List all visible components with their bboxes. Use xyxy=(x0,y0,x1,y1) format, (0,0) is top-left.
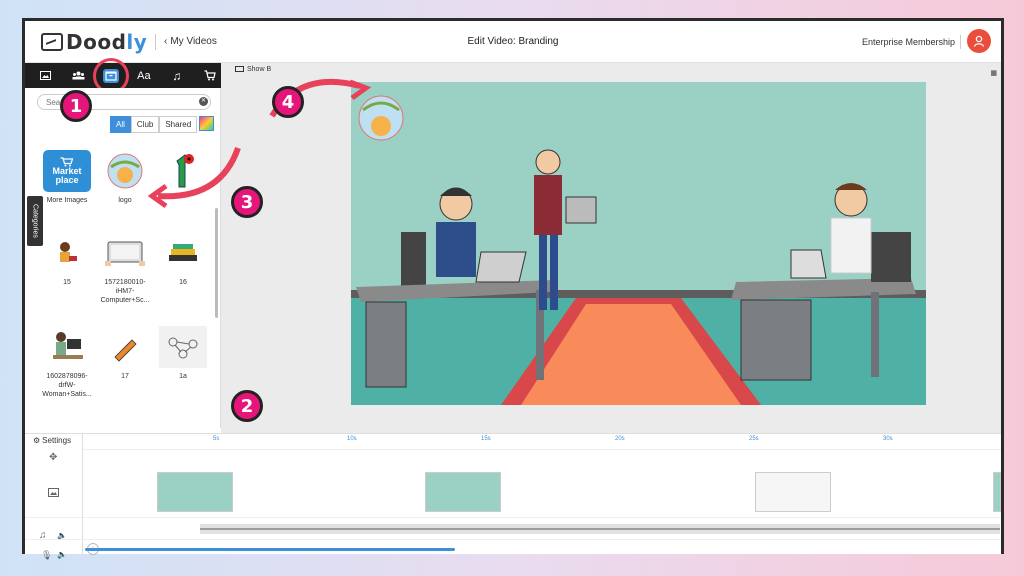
volume-icon[interactable]: 🔈 xyxy=(57,550,67,559)
filter-all[interactable]: All xyxy=(110,116,131,133)
asset-item[interactable]: Market place More Images xyxy=(39,150,95,205)
audio-waveform[interactable] xyxy=(200,520,1000,538)
characters-tab[interactable] xyxy=(67,65,89,87)
asset-label: 17 xyxy=(121,373,129,380)
move-icon[interactable]: ✥ xyxy=(49,452,57,463)
panel-scrollbar[interactable] xyxy=(215,208,218,318)
timeline-scroll[interactable] xyxy=(85,548,455,551)
filter-club[interactable]: Club xyxy=(130,116,160,133)
user-avatar[interactable] xyxy=(967,29,991,53)
asset-item[interactable]: 16 xyxy=(155,232,211,287)
people-icon xyxy=(72,71,85,80)
ruler-label: 25s xyxy=(749,436,759,442)
scene-clip[interactable] xyxy=(157,472,233,512)
header: Doodly ‹ My Videos Edit Video: Branding … xyxy=(25,21,1001,63)
audio-track xyxy=(25,518,1001,540)
asset-label: More Images xyxy=(46,197,88,204)
asset-item[interactable] xyxy=(155,150,211,196)
text-tab[interactable]: Aa xyxy=(133,65,155,87)
woman-desk-thumbnail xyxy=(43,326,91,368)
chevron-left-icon: ‹ xyxy=(164,36,168,47)
asset-item[interactable]: 17 xyxy=(97,326,153,381)
asset-label: 1572180010-iHM7-Computer+Sc... xyxy=(100,279,150,304)
ruler-label: 5s xyxy=(213,436,220,442)
monitor-icon xyxy=(235,66,244,72)
filter-color-icon[interactable] xyxy=(199,116,215,131)
asset-item[interactable]: 1602878096-drfW-Woman+Satis... xyxy=(39,326,95,399)
timeline-settings[interactable]: ⚙ Settings xyxy=(33,436,71,445)
diagram-thumbnail xyxy=(159,326,207,368)
clear-search-icon[interactable]: ✕ xyxy=(199,97,208,106)
props-box-icon xyxy=(103,68,120,83)
asset-item[interactable]: 15 xyxy=(39,232,95,287)
scene-clip[interactable] xyxy=(993,472,1001,512)
doodly-logo[interactable]: Doodly xyxy=(41,30,151,54)
music-note-icon: ♫ xyxy=(172,68,182,83)
asset-item[interactable]: 1a xyxy=(155,326,211,381)
cart-icon xyxy=(204,70,216,81)
show-toggle[interactable]: Show B xyxy=(235,66,271,73)
books-thumbnail xyxy=(159,232,207,274)
pen-thumbnail xyxy=(101,326,149,368)
marketplace-badge: Market place xyxy=(43,150,91,192)
filter-group: All Club Shared xyxy=(110,116,215,133)
asset-label: 16 xyxy=(179,279,187,286)
asset-label: 1602878096-drfW-Woman+Satis... xyxy=(42,373,92,398)
asset-label: 15 xyxy=(63,279,71,286)
image-icon xyxy=(39,71,51,80)
timeline-ruler[interactable]: 5s 10s 15s 20s 25s 30s xyxy=(83,434,1001,450)
asset-thumbnail xyxy=(43,232,91,274)
asset-panel: ✕ All Club Shared Categories Market plac… xyxy=(25,88,221,489)
assets-tab[interactable] xyxy=(93,57,130,94)
marker-2: 2 xyxy=(231,390,263,422)
ruler-label: 20s xyxy=(615,436,625,442)
computer-screen-thumbnail xyxy=(101,232,149,274)
video-canvas[interactable] xyxy=(351,82,926,405)
my-videos-link[interactable]: ‹ My Videos xyxy=(164,36,217,47)
grid-icon[interactable]: ▦ xyxy=(990,69,997,77)
filter-shared[interactable]: Shared xyxy=(159,116,198,133)
header-divider-right xyxy=(960,35,961,49)
app-window: Doodly ‹ My Videos Edit Video: Branding … xyxy=(22,18,1004,560)
scene-clip[interactable] xyxy=(755,472,831,512)
asset-toolbar: Aa ♫ xyxy=(25,57,230,94)
ruler-label: 10s xyxy=(347,436,357,442)
image-tab[interactable] xyxy=(34,65,56,87)
timeline: ⚙ Settings ✥ ♫ 🔈 🎙 🔈 5s 10s 15s 20s 25s … xyxy=(25,433,1001,560)
store-tab[interactable] xyxy=(199,65,221,87)
marker-1: 1 xyxy=(60,90,92,122)
music-tab[interactable]: ♫ xyxy=(166,65,188,87)
text-icon: Aa xyxy=(137,69,151,82)
asset-label: 1a xyxy=(179,373,187,380)
number-one-thumbnail xyxy=(159,150,207,192)
header-divider xyxy=(155,33,156,50)
ruler-label: 30s xyxy=(883,436,893,442)
canvas-area: Show B ▦ xyxy=(221,63,1001,433)
ruler-label: 15s xyxy=(481,436,491,442)
membership-label: Enterprise Membership xyxy=(861,36,955,47)
asset-item[interactable]: logo xyxy=(97,150,153,205)
logo-icon xyxy=(41,32,63,51)
scene-clip[interactable] xyxy=(425,472,501,512)
user-icon xyxy=(973,35,985,47)
scene-illustration xyxy=(351,82,926,405)
marker-3: 3 xyxy=(231,186,263,218)
scene-track xyxy=(25,468,1001,518)
microphone-icon[interactable]: 🎙 xyxy=(41,550,52,561)
logo-thumbnail xyxy=(101,150,149,192)
marker-4: 4 xyxy=(272,86,304,118)
asset-label: logo xyxy=(118,197,132,204)
asset-item[interactable]: 1572180010-iHM7-Computer+Sc... xyxy=(97,232,153,305)
gear-icon: ⚙ xyxy=(33,436,41,445)
